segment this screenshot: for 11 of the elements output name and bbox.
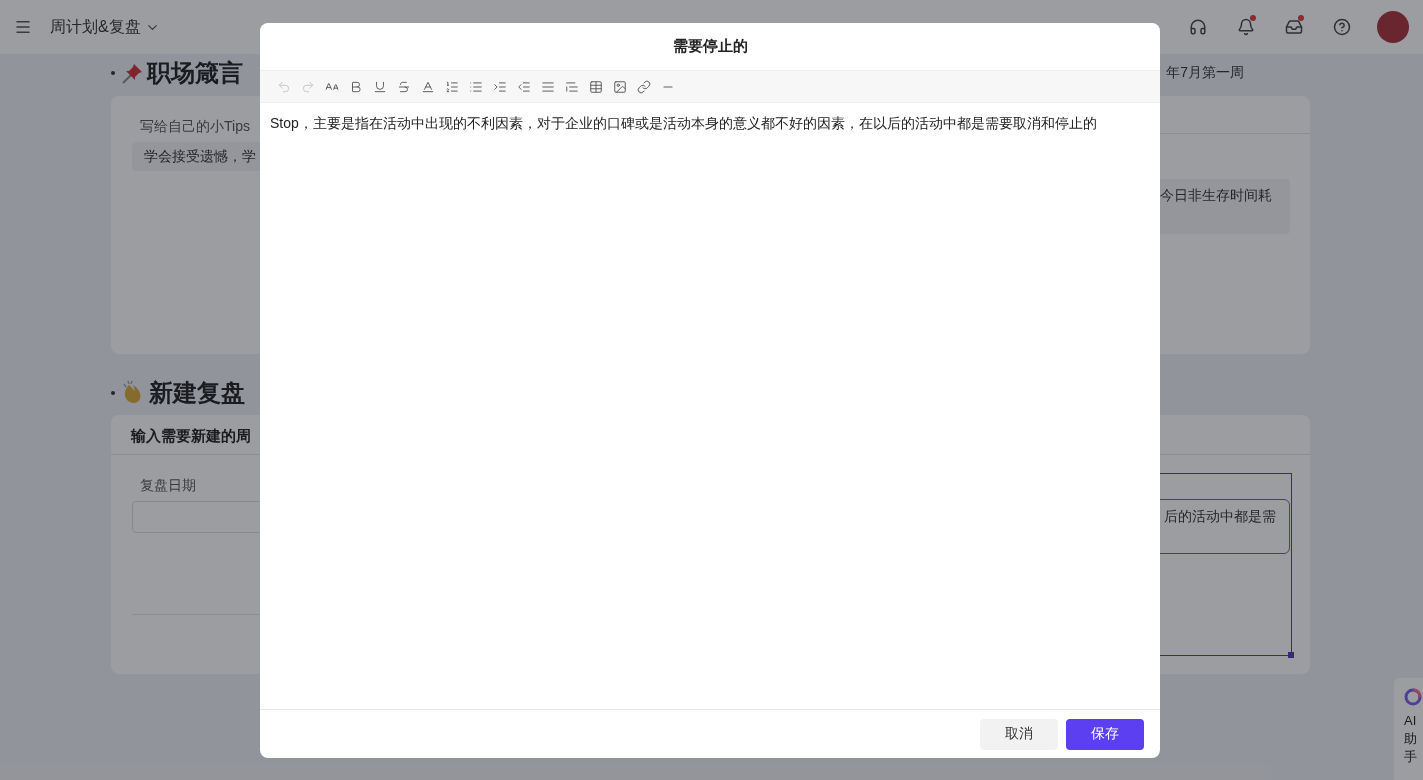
field-label: 复盘日期 [140, 477, 196, 495]
cancel-button[interactable]: 取消 [980, 718, 1058, 750]
section-heading: 职场箴言 [147, 58, 243, 88]
dialog-title: 需要停止的 [671, 36, 749, 56]
section-heading: 新建复盘 [149, 378, 245, 408]
save-button[interactable]: 保存 [1066, 718, 1144, 750]
week-label: 年7月第一周 [1166, 64, 1244, 82]
assistant-panel[interactable]: AI助手 [1394, 678, 1423, 780]
field-label: 写给自己的小Tips [140, 118, 250, 136]
assistant-label: AI助手 [1404, 712, 1418, 767]
page-title: 周计划&复盘 [50, 16, 141, 37]
